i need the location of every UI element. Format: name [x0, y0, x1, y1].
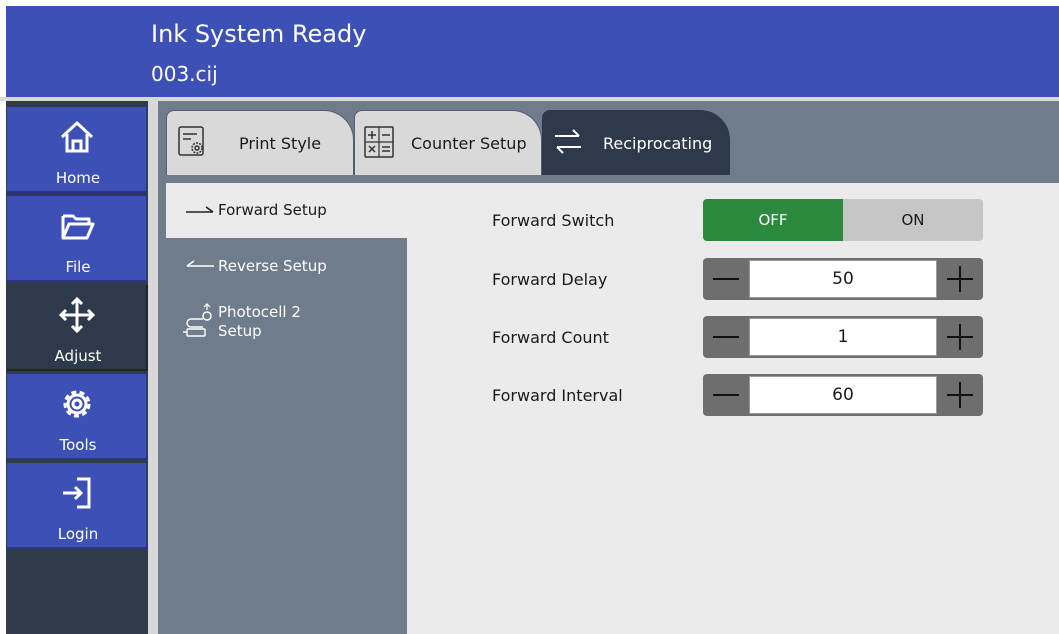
swap-arrows-icon: [555, 129, 581, 154]
tab-label: Print Style: [239, 134, 322, 153]
tab-label: Reciprocating: [603, 134, 713, 153]
login-icon: [63, 477, 91, 509]
home-icon: [60, 121, 94, 153]
forward-count-label: Forward Count: [492, 328, 609, 347]
forward-delay-label: Forward Delay: [492, 270, 608, 289]
sidebar-divider: [148, 101, 158, 634]
move-icon: [58, 296, 96, 334]
sidebar-item-file[interactable]: File: [7, 196, 149, 282]
forward-switch-on-button[interactable]: ON: [843, 199, 983, 241]
subnav-item-forward-setup[interactable]: Forward Setup: [166, 183, 349, 238]
subnav-item-reverse-setup[interactable]: Reverse Setup: [166, 240, 349, 290]
forward-switch-toggle: OFF ON: [703, 199, 983, 241]
sidebar-item-home[interactable]: Home: [7, 107, 149, 193]
sidebar-item-label: Login: [57, 525, 99, 543]
subnav-item-photocell-2-setup[interactable]: Photocell 2 Setup: [166, 295, 349, 350]
sidebar-item-label: Home: [55, 169, 101, 187]
plus-icon: [947, 382, 973, 408]
forward-delay-input[interactable]: 50: [749, 260, 937, 298]
forward-count-increment-button[interactable]: [937, 316, 983, 358]
status-header: Ink System Ready 003.cij: [6, 6, 1059, 97]
forward-interval-increment-button[interactable]: [937, 374, 983, 416]
forward-interval-stepper: 60: [703, 374, 983, 416]
forward-switch-label: Forward Switch: [492, 211, 615, 230]
current-file-name: 003.cij: [151, 62, 218, 86]
forward-interval-decrement-button[interactable]: [703, 374, 749, 416]
forward-count-input[interactable]: 1: [749, 318, 937, 356]
tab-reciprocating[interactable]: Reciprocating: [542, 110, 730, 175]
subnav-label-line2: Setup: [218, 322, 262, 340]
forward-interval-input[interactable]: 60: [749, 376, 937, 414]
tab-label: Counter Setup: [411, 134, 527, 153]
sidebar-item-label: Adjust: [54, 347, 102, 365]
forward-arrow-icon: [186, 206, 214, 213]
gear-icon: [63, 390, 91, 418]
minus-icon: [713, 394, 739, 396]
tab-counter-setup[interactable]: Counter Setup: [354, 110, 542, 175]
forward-count-stepper: 1: [703, 316, 983, 358]
sidebar-item-label: File: [65, 258, 91, 276]
print-style-icon: [178, 126, 204, 156]
ink-status-text: Ink System Ready: [151, 20, 367, 48]
plus-icon: [947, 266, 973, 292]
forward-interval-label: Forward Interval: [492, 386, 623, 405]
forward-delay-stepper: 50: [703, 258, 983, 300]
minus-icon: [713, 336, 739, 338]
reverse-arrow-icon: [186, 260, 214, 267]
calculator-icon: [364, 126, 394, 158]
sidebar: Home File Adjust Tools Login: [6, 101, 158, 634]
minus-icon: [713, 278, 739, 280]
sidebar-item-login[interactable]: Login: [7, 463, 149, 549]
sidebar-item-tools[interactable]: Tools: [7, 374, 149, 460]
photocell-icon: [183, 303, 212, 337]
sidebar-item-label: Tools: [59, 436, 97, 454]
subnav-label: Forward Setup: [218, 201, 327, 219]
plus-icon: [947, 324, 973, 350]
tab-print-style[interactable]: Print Style: [166, 110, 354, 175]
subnav-label: Photocell 2: [218, 303, 301, 321]
forward-delay-increment-button[interactable]: [937, 258, 983, 300]
sidebar-item-adjust[interactable]: Adjust: [7, 285, 149, 371]
app-root: Ink System Ready 003.cij Home File Adjus…: [0, 0, 1059, 634]
forward-count-decrement-button[interactable]: [703, 316, 749, 358]
subnav-label: Reverse Setup: [218, 257, 327, 275]
forward-delay-decrement-button[interactable]: [703, 258, 749, 300]
folder-icon: [61, 214, 95, 240]
forward-switch-off-button[interactable]: OFF: [703, 199, 843, 241]
